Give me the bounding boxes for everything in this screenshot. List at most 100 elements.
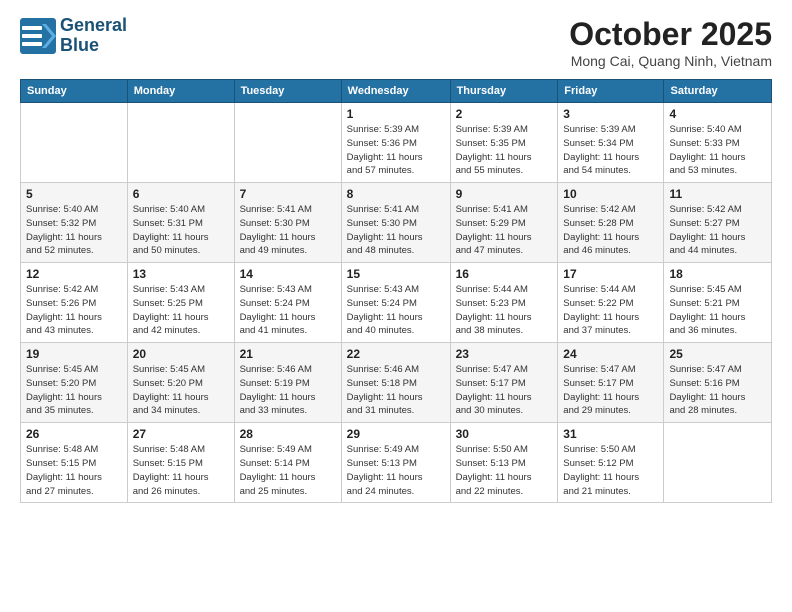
day-info: Sunrise: 5:47 AM Sunset: 5:17 PM Dayligh… bbox=[563, 363, 658, 418]
month-title: October 2025 bbox=[569, 16, 772, 53]
calendar-cell: 2Sunrise: 5:39 AM Sunset: 5:35 PM Daylig… bbox=[450, 103, 558, 183]
calendar-cell: 7Sunrise: 5:41 AM Sunset: 5:30 PM Daylig… bbox=[234, 183, 341, 263]
logo-line1: General bbox=[60, 16, 127, 36]
day-info: Sunrise: 5:49 AM Sunset: 5:13 PM Dayligh… bbox=[347, 443, 445, 498]
calendar-cell: 29 Sunrise: 5:49 AM Sunset: 5:13 PM Dayli… bbox=[341, 423, 450, 503]
day-info: Sunrise: 5:45 AM Sunset: 5:20 PM Dayligh… bbox=[133, 363, 229, 418]
calendar-cell: 25 Sunrise: 5:47 AM Sunset: 5:16 PM Dayli… bbox=[664, 343, 772, 423]
calendar-cell: 3Sunrise: 5:39 AM Sunset: 5:34 PM Daylig… bbox=[558, 103, 664, 183]
calendar-cell: 24 Sunrise: 5:47 AM Sunset: 5:17 PM Dayli… bbox=[558, 343, 664, 423]
day-info: Sunrise: 5:39 AM Sunset: 5:36 PM Dayligh… bbox=[347, 123, 445, 178]
col-header-monday: Monday bbox=[127, 80, 234, 103]
calendar-cell: 9Sunrise: 5:41 AM Sunset: 5:29 PM Daylig… bbox=[450, 183, 558, 263]
day-number: 2 bbox=[456, 107, 553, 121]
day-number: 12 bbox=[26, 267, 122, 281]
day-number: 28 bbox=[240, 427, 336, 441]
calendar-cell: 30Sunrise: 5:50 AM Sunset: 5:13 PM Dayli… bbox=[450, 423, 558, 503]
day-number: 17 bbox=[563, 267, 658, 281]
day-number: 21 bbox=[240, 347, 336, 361]
week-row-3: 19 Sunrise: 5:45 AM Sunset: 5:20 PM Dayli… bbox=[21, 343, 772, 423]
day-info: Sunrise: 5:48 AM Sunset: 5:15 PM Dayligh… bbox=[26, 443, 122, 498]
day-info: Sunrise: 5:40 AM Sunset: 5:31 PM Dayligh… bbox=[133, 203, 229, 258]
day-number: 1 bbox=[347, 107, 445, 121]
calendar-cell: 4 Sunrise: 5:40 AM Sunset: 5:33 PM Daylig… bbox=[664, 103, 772, 183]
calendar-cell: 28 Sunrise: 5:49 AM Sunset: 5:14 PM Dayli… bbox=[234, 423, 341, 503]
day-info: Sunrise: 5:43 AM Sunset: 5:24 PM Dayligh… bbox=[240, 283, 336, 338]
logo-icon bbox=[20, 18, 56, 54]
day-number: 20 bbox=[133, 347, 229, 361]
calendar-cell: 15 Sunrise: 5:43 AM Sunset: 5:24 PM Dayli… bbox=[341, 263, 450, 343]
calendar-cell: 14 Sunrise: 5:43 AM Sunset: 5:24 PM Dayli… bbox=[234, 263, 341, 343]
col-header-wednesday: Wednesday bbox=[341, 80, 450, 103]
day-info: Sunrise: 5:43 AM Sunset: 5:25 PM Dayligh… bbox=[133, 283, 229, 338]
logo-line2: Blue bbox=[60, 36, 127, 56]
calendar-cell: 6 Sunrise: 5:40 AM Sunset: 5:31 PM Daylig… bbox=[127, 183, 234, 263]
calendar-cell: 5 Sunrise: 5:40 AM Sunset: 5:32 PM Daylig… bbox=[21, 183, 128, 263]
day-number: 23 bbox=[456, 347, 553, 361]
day-info: Sunrise: 5:48 AM Sunset: 5:15 PM Dayligh… bbox=[133, 443, 229, 498]
day-number: 15 bbox=[347, 267, 445, 281]
day-number: 5 bbox=[26, 187, 122, 201]
week-row-2: 12Sunrise: 5:42 AM Sunset: 5:26 PM Dayli… bbox=[21, 263, 772, 343]
calendar-cell: 22 Sunrise: 5:46 AM Sunset: 5:18 PM Dayli… bbox=[341, 343, 450, 423]
calendar-cell: 31 Sunrise: 5:50 AM Sunset: 5:12 PM Dayli… bbox=[558, 423, 664, 503]
day-info: Sunrise: 5:42 AM Sunset: 5:28 PM Dayligh… bbox=[563, 203, 658, 258]
col-header-tuesday: Tuesday bbox=[234, 80, 341, 103]
calendar-cell: 18Sunrise: 5:45 AM Sunset: 5:21 PM Dayli… bbox=[664, 263, 772, 343]
title-block: October 2025 Mong Cai, Quang Ninh, Vietn… bbox=[569, 16, 772, 69]
day-number: 24 bbox=[563, 347, 658, 361]
day-number: 6 bbox=[133, 187, 229, 201]
day-info: Sunrise: 5:43 AM Sunset: 5:24 PM Dayligh… bbox=[347, 283, 445, 338]
day-info: Sunrise: 5:47 AM Sunset: 5:16 PM Dayligh… bbox=[669, 363, 766, 418]
day-info: Sunrise: 5:50 AM Sunset: 5:12 PM Dayligh… bbox=[563, 443, 658, 498]
day-number: 29 bbox=[347, 427, 445, 441]
day-number: 25 bbox=[669, 347, 766, 361]
calendar-cell bbox=[664, 423, 772, 503]
week-row-4: 26Sunrise: 5:48 AM Sunset: 5:15 PM Dayli… bbox=[21, 423, 772, 503]
page: General Blue October 2025 Mong Cai, Quan… bbox=[0, 0, 792, 513]
day-number: 4 bbox=[669, 107, 766, 121]
day-number: 31 bbox=[563, 427, 658, 441]
logo-text: General Blue bbox=[60, 16, 127, 56]
calendar-cell: 10 Sunrise: 5:42 AM Sunset: 5:28 PM Dayli… bbox=[558, 183, 664, 263]
day-info: Sunrise: 5:40 AM Sunset: 5:33 PM Dayligh… bbox=[669, 123, 766, 178]
calendar-table: SundayMondayTuesdayWednesdayThursdayFrid… bbox=[20, 79, 772, 503]
day-number: 14 bbox=[240, 267, 336, 281]
calendar-cell bbox=[21, 103, 128, 183]
calendar-cell: 19 Sunrise: 5:45 AM Sunset: 5:20 PM Dayli… bbox=[21, 343, 128, 423]
day-info: Sunrise: 5:49 AM Sunset: 5:14 PM Dayligh… bbox=[240, 443, 336, 498]
col-header-thursday: Thursday bbox=[450, 80, 558, 103]
day-number: 27 bbox=[133, 427, 229, 441]
day-info: Sunrise: 5:45 AM Sunset: 5:20 PM Dayligh… bbox=[26, 363, 122, 418]
day-info: Sunrise: 5:42 AM Sunset: 5:27 PM Dayligh… bbox=[669, 203, 766, 258]
calendar-cell: 26Sunrise: 5:48 AM Sunset: 5:15 PM Dayli… bbox=[21, 423, 128, 503]
day-number: 19 bbox=[26, 347, 122, 361]
day-info: Sunrise: 5:41 AM Sunset: 5:30 PM Dayligh… bbox=[347, 203, 445, 258]
day-info: Sunrise: 5:44 AM Sunset: 5:22 PM Dayligh… bbox=[563, 283, 658, 338]
day-number: 11 bbox=[669, 187, 766, 201]
calendar-cell: 1 Sunrise: 5:39 AM Sunset: 5:36 PM Daylig… bbox=[341, 103, 450, 183]
day-number: 8 bbox=[347, 187, 445, 201]
calendar-cell: 12Sunrise: 5:42 AM Sunset: 5:26 PM Dayli… bbox=[21, 263, 128, 343]
calendar-cell: 17 Sunrise: 5:44 AM Sunset: 5:22 PM Dayli… bbox=[558, 263, 664, 343]
day-info: Sunrise: 5:41 AM Sunset: 5:29 PM Dayligh… bbox=[456, 203, 553, 258]
col-header-sunday: Sunday bbox=[21, 80, 128, 103]
calendar-cell bbox=[127, 103, 234, 183]
day-info: Sunrise: 5:39 AM Sunset: 5:34 PM Dayligh… bbox=[563, 123, 658, 178]
calendar-cell: 8 Sunrise: 5:41 AM Sunset: 5:30 PM Daylig… bbox=[341, 183, 450, 263]
calendar-cell bbox=[234, 103, 341, 183]
day-info: Sunrise: 5:44 AM Sunset: 5:23 PM Dayligh… bbox=[456, 283, 553, 338]
day-number: 22 bbox=[347, 347, 445, 361]
col-header-saturday: Saturday bbox=[664, 80, 772, 103]
day-number: 18 bbox=[669, 267, 766, 281]
day-info: Sunrise: 5:46 AM Sunset: 5:19 PM Dayligh… bbox=[240, 363, 336, 418]
location: Mong Cai, Quang Ninh, Vietnam bbox=[569, 53, 772, 69]
day-info: Sunrise: 5:40 AM Sunset: 5:32 PM Dayligh… bbox=[26, 203, 122, 258]
day-info: Sunrise: 5:47 AM Sunset: 5:17 PM Dayligh… bbox=[456, 363, 553, 418]
day-number: 10 bbox=[563, 187, 658, 201]
calendar-cell: 21 Sunrise: 5:46 AM Sunset: 5:19 PM Dayli… bbox=[234, 343, 341, 423]
day-info: Sunrise: 5:41 AM Sunset: 5:30 PM Dayligh… bbox=[240, 203, 336, 258]
calendar-cell: 20 Sunrise: 5:45 AM Sunset: 5:20 PM Dayli… bbox=[127, 343, 234, 423]
calendar-header-row: SundayMondayTuesdayWednesdayThursdayFrid… bbox=[21, 80, 772, 103]
day-info: Sunrise: 5:46 AM Sunset: 5:18 PM Dayligh… bbox=[347, 363, 445, 418]
